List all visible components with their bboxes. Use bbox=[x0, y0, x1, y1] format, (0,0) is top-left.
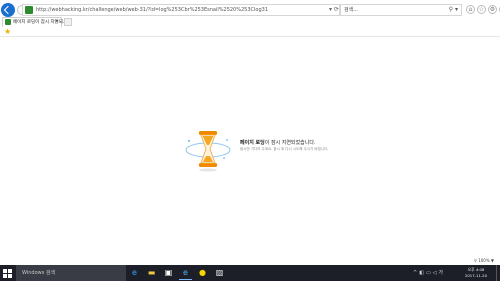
address-bar[interactable]: http://webhacking.kr/challenge/web/web-3… bbox=[22, 4, 340, 16]
favorites-bar: ★ bbox=[0, 27, 500, 37]
search-icon[interactable]: ⚲ ▾ bbox=[449, 5, 458, 15]
folder-icon[interactable]: ▬ bbox=[145, 266, 158, 280]
photos-icon[interactable]: ▨ bbox=[213, 266, 226, 280]
edge-icon[interactable]: e bbox=[128, 266, 141, 280]
ime-icon[interactable]: 가 bbox=[439, 265, 444, 281]
gear-icon[interactable]: ⚙ bbox=[488, 5, 497, 14]
new-tab-button[interactable] bbox=[64, 18, 72, 26]
loading-submessage: 잠시만 기다려 주세요. 잠시 후 다시 시도해 주시기 바랍니다. bbox=[240, 147, 329, 151]
taskbar: Windows 검색 e ▬ ▣ e ● ▨ ^ ◧ ▭ ◁ 가 오후 4:08… bbox=[0, 265, 500, 281]
home-icon[interactable]: ⌂ bbox=[466, 5, 475, 14]
system-tray: ^ ◧ ▭ ◁ 가 bbox=[413, 265, 443, 281]
search-box[interactable]: 검색... ⚲ ▾ bbox=[340, 4, 462, 16]
taskbar-search-label: Windows 검색 bbox=[22, 270, 56, 276]
loading-message: 페이지 로딩이 잠시 지연되었습니다. bbox=[240, 140, 316, 146]
tab-favicon bbox=[5, 19, 11, 25]
tab-close-icon[interactable]: × bbox=[55, 18, 59, 27]
windows-start-icon[interactable] bbox=[3, 269, 12, 278]
add-favorite-icon[interactable]: ★ bbox=[4, 27, 11, 36]
hourglass-icon bbox=[185, 131, 231, 172]
taskbar-clock[interactable]: 오후 4:08 2017-11-20 bbox=[460, 267, 492, 279]
loading-message-bold: 페이지 로딩 bbox=[240, 140, 265, 146]
page-content: 페이지 로딩이 잠시 지연되었습니다. 잠시만 기다려 주세요. 잠시 후 다시… bbox=[0, 38, 500, 256]
back-button[interactable] bbox=[1, 3, 15, 17]
browser-window: http://webhacking.kr/challenge/web/web-3… bbox=[0, 0, 500, 265]
zoom-control[interactable]: ⚲ 100% ▼ bbox=[474, 257, 494, 265]
url-text: http://webhacking.kr/challenge/web/web-3… bbox=[36, 7, 269, 13]
loading-message-rest: 이 잠시 지연되었습니다. bbox=[264, 140, 316, 146]
site-favicon bbox=[25, 6, 33, 14]
show-desktop-button[interactable] bbox=[496, 265, 500, 281]
store-icon[interactable]: ▣ bbox=[162, 266, 175, 280]
favorites-icon[interactable]: ☆ bbox=[477, 5, 486, 14]
tab-row: 페이지 로딩이 잠시 지연되... × bbox=[0, 17, 500, 27]
url-tools-icon[interactable]: ▾ ⟳ bbox=[329, 5, 339, 15]
clock-date: 2017-11-20 bbox=[464, 273, 488, 278]
taskbar-search[interactable]: Windows 검색 bbox=[16, 265, 126, 281]
network-icon[interactable]: ◧ bbox=[419, 265, 424, 281]
tray-chevron-icon[interactable]: ^ bbox=[413, 265, 417, 281]
chat-icon[interactable]: ● bbox=[196, 266, 209, 280]
battery-icon[interactable]: ▭ bbox=[426, 265, 431, 281]
tab-label: 페이지 로딩이 잠시 지연되... bbox=[13, 20, 68, 25]
volume-icon[interactable]: ◁ bbox=[433, 265, 437, 281]
status-bar: ⚲ 100% ▼ bbox=[0, 257, 500, 265]
ie-icon[interactable]: e bbox=[179, 266, 192, 280]
toolbar-icons: ⌂ ☆ ⚙ ☺ bbox=[466, 5, 500, 15]
search-placeholder: 검색... bbox=[344, 7, 358, 13]
tab-active[interactable]: 페이지 로딩이 잠시 지연되... × bbox=[2, 17, 67, 27]
taskbar-apps: e ▬ ▣ e ● ▨ bbox=[128, 266, 226, 280]
